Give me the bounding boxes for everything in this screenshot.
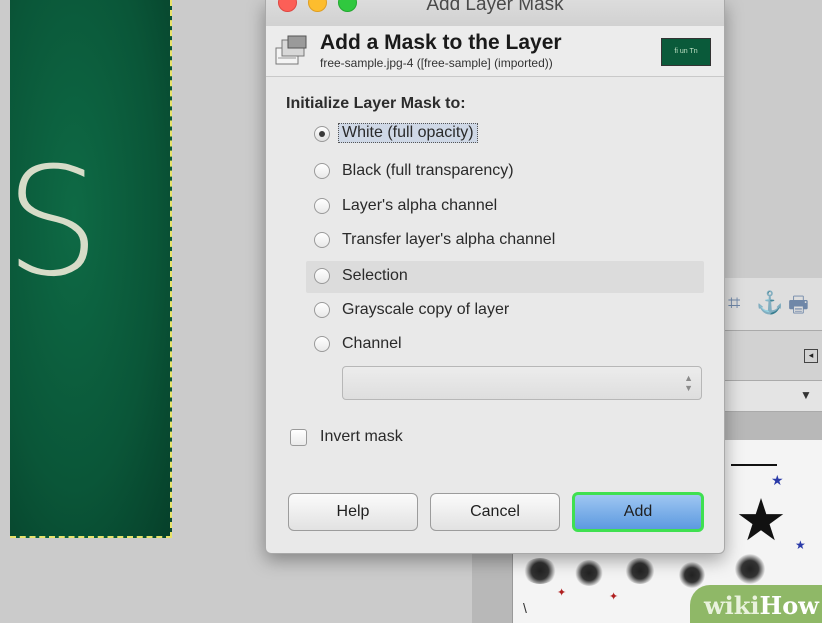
canvas-letter-text: S xyxy=(5,136,101,310)
option-label: White (full opacity) xyxy=(338,123,478,143)
brush-star-tiny[interactable]: ★ xyxy=(795,538,806,552)
option-white-full-opacity[interactable]: White (full opacity) xyxy=(306,119,706,151)
radio-channel[interactable] xyxy=(314,336,330,352)
printer-icon[interactable]: 🖶 xyxy=(788,288,809,326)
dock-dropdown[interactable]: ▼ xyxy=(720,380,822,412)
brush-star[interactable]: ★ xyxy=(735,486,787,554)
dropdown-arrow-icon: ▼ xyxy=(800,388,812,402)
radio-black[interactable] xyxy=(314,163,330,179)
brush-splat-3[interactable] xyxy=(625,558,655,584)
invert-mask-label[interactable]: Invert mask xyxy=(320,428,403,446)
init-mask-label: Initialize Layer Mask to: xyxy=(286,95,466,112)
dialog-heading: Add a Mask to the Layer xyxy=(320,31,562,54)
wikihow-watermark: wikiHow xyxy=(690,585,822,623)
option-black-full-transparency[interactable]: Black (full transparency) xyxy=(306,156,706,188)
brush-splat-5[interactable] xyxy=(735,554,765,584)
watermark-wiki-text: wiki xyxy=(704,591,760,620)
option-label: Layer's alpha channel xyxy=(342,197,498,214)
tab-menu-icon[interactable]: ◂ xyxy=(804,349,818,363)
brush-splat-4[interactable] xyxy=(679,562,705,588)
image-name-subtitle: free-sample.jpg-4 ([free-sample] (import… xyxy=(320,56,553,70)
dock-tab-strip: ◂ xyxy=(720,330,822,381)
brush-dot-red[interactable]: ✦ xyxy=(557,586,566,599)
radio-selection[interactable] xyxy=(314,268,330,284)
brush-splat-2[interactable] xyxy=(575,560,603,586)
brush-dot-red-2[interactable]: ✦ xyxy=(609,590,618,603)
layer-thumbnail: fi un Tn xyxy=(661,38,711,66)
option-grayscale-copy[interactable]: Grayscale copy of layer xyxy=(306,295,706,327)
watermark-how-text: How xyxy=(759,591,819,620)
invert-mask-checkbox[interactable] xyxy=(290,429,307,446)
add-layer-mask-dialog: Add Layer Mask Add a Mask to the Layer f… xyxy=(265,0,725,554)
window-title: Add Layer Mask xyxy=(426,0,564,15)
option-label: Black (full transparency) xyxy=(342,162,514,179)
select-stepper-icon: ▲ ▼ xyxy=(684,373,693,393)
anchor-icon[interactable]: ⚓ xyxy=(756,290,783,316)
option-label: Grayscale copy of layer xyxy=(342,301,510,318)
radio-white[interactable] xyxy=(314,126,330,142)
dialog-header: Add a Mask to the Layer free-sample.jpg-… xyxy=(266,26,724,77)
add-button[interactable]: Add xyxy=(572,492,704,532)
dock-toolbar: ⌗ ⚓ 🖶 xyxy=(720,278,822,330)
paths-icon[interactable]: ⌗ xyxy=(728,290,740,316)
option-selection[interactable]: Selection xyxy=(306,261,704,293)
brush-stroke[interactable]: \ xyxy=(523,600,527,616)
brush-splat-1[interactable] xyxy=(523,558,557,584)
radio-grayscale[interactable] xyxy=(314,302,330,318)
option-label: Channel xyxy=(342,335,402,352)
option-transfer-alpha[interactable]: Transfer layer's alpha channel xyxy=(306,225,706,257)
option-label: Selection xyxy=(342,267,408,284)
help-button[interactable]: Help xyxy=(288,493,418,531)
layer-mask-icon xyxy=(275,35,307,65)
option-label: Transfer layer's alpha channel xyxy=(342,231,556,248)
channel-select[interactable]: ▲ ▼ xyxy=(342,366,702,400)
cancel-button[interactable]: Cancel xyxy=(430,493,560,531)
radio-layer-alpha[interactable] xyxy=(314,198,330,214)
brush-line[interactable] xyxy=(731,464,777,466)
option-channel[interactable]: Channel xyxy=(306,329,706,361)
radio-transfer-alpha[interactable] xyxy=(314,232,330,248)
title-bar[interactable]: Add Layer Mask xyxy=(266,0,724,27)
option-layer-alpha[interactable]: Layer's alpha channel xyxy=(306,191,706,223)
